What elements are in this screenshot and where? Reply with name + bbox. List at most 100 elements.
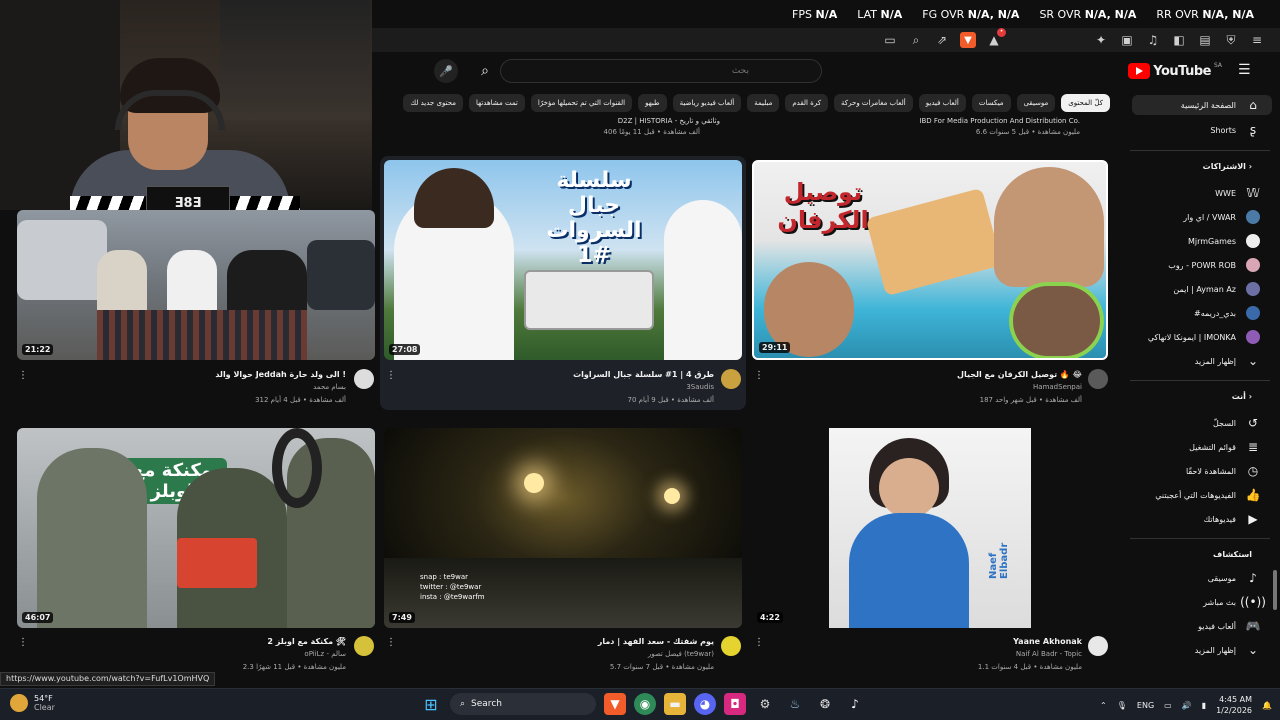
volume-icon[interactable]: 🔊 xyxy=(1182,701,1192,710)
sidebar-item-watch-later[interactable]: المشاهدة لاحقًا ◷ xyxy=(1186,461,1260,481)
mic-icon[interactable]: 🎙 xyxy=(1117,701,1127,710)
channel-name[interactable]: Naif Al Badr - Topic xyxy=(1016,650,1082,658)
sidebar-item-gaming[interactable]: ألعاب فيديو 🎮 xyxy=(1198,616,1260,636)
menu-icon[interactable]: ≡ xyxy=(1249,32,1265,48)
more-options-icon[interactable]: ⋮ xyxy=(18,370,28,381)
vpn-icon[interactable]: ⛨ xyxy=(1223,32,1239,48)
chip[interactable]: موسيقى xyxy=(1016,94,1056,112)
prev-left-channel[interactable]: D2Z | HISTORIA - وثائقي و تاريخ xyxy=(618,117,720,125)
channel-name[interactable]: HamadSenpai xyxy=(1033,383,1082,391)
more-options-icon[interactable]: ⋮ xyxy=(386,370,396,381)
sidebar-item-shorts[interactable]: Shorts ʂ xyxy=(1210,120,1260,140)
tiktok-icon[interactable]: ♪ xyxy=(844,693,866,715)
search-icon[interactable]: ⌕ xyxy=(470,59,500,83)
more-options-icon[interactable]: ⋮ xyxy=(754,370,764,381)
sidebar-item-playlists[interactable]: قوائم التشغيل ≣ xyxy=(1189,437,1260,457)
sidebar-item-home[interactable]: الصفحة الرئيسية ⌂ xyxy=(1132,95,1272,115)
video-thumbnail[interactable]: سلسلة جبال السروات 1# 27:08 xyxy=(384,160,742,360)
sidebar-item-music[interactable]: موسيقى ♪ xyxy=(1208,568,1260,588)
tab-icon[interactable]: ▣ xyxy=(1119,32,1135,48)
channel-avatar[interactable] xyxy=(1088,636,1108,656)
more-options-icon[interactable]: ⋮ xyxy=(386,637,396,648)
chip[interactable]: ألعاب فيديو xyxy=(918,94,966,112)
weather-widget[interactable]: 54°F Clear xyxy=(10,694,55,712)
video-thumbnail[interactable]: مكنكة مع اوبلز 46:07 xyxy=(17,428,375,628)
youtube-logo[interactable]: YouTube SA xyxy=(1128,62,1222,79)
search-input[interactable] xyxy=(501,66,761,76)
sidebar-subscription[interactable]: ايمونكا لاتهاكي | IMONKA xyxy=(1148,327,1260,347)
taskbar-search[interactable]: ⌕ Search xyxy=(450,693,596,715)
cast-icon[interactable]: ▭ xyxy=(882,32,898,48)
channel-avatar[interactable] xyxy=(1088,369,1108,389)
channel-avatar[interactable] xyxy=(721,636,741,656)
sidebar-item-live[interactable]: بث مباشر ((•)) xyxy=(1203,592,1266,612)
video-title[interactable]: حوالا والد Jeddah الى ولد حارة ! xyxy=(215,370,346,379)
file-explorer-icon[interactable]: ▬ xyxy=(664,693,686,715)
wallet-icon[interactable]: ▤ xyxy=(1197,32,1213,48)
sidebar-item-history[interactable]: السجلّ ↺ xyxy=(1213,413,1260,433)
chip[interactable]: ألعاب مغامرات وحركة xyxy=(834,94,913,112)
more-options-icon[interactable]: ⋮ xyxy=(754,637,764,648)
chrome-icon[interactable]: ◉ xyxy=(634,693,656,715)
chip[interactable]: ميكسات xyxy=(971,94,1011,112)
sidebar-subscription[interactable]: #بدي_دريمه xyxy=(1194,303,1260,323)
sidebar-show-more[interactable]: إظهار المزيد ⌄ xyxy=(1195,640,1260,660)
channel-avatar[interactable] xyxy=(354,369,374,389)
brave-rewards-icon[interactable]: ▲ • xyxy=(986,28,1006,48)
chip-all[interactable]: كلّ المحتوى xyxy=(1061,94,1110,112)
sidebar-subscription[interactable]: WWE 𝕎 xyxy=(1215,183,1260,203)
instagram-icon[interactable]: ◘ xyxy=(724,693,746,715)
music-icon[interactable]: ♫ xyxy=(1145,32,1161,48)
prev-right-channel[interactable]: IBD For Media Production And Distributio… xyxy=(919,117,1080,125)
channel-name[interactable]: 3Saudis xyxy=(686,383,714,391)
chip[interactable]: تمت مشاهدتها xyxy=(468,94,525,112)
chip[interactable]: مبليمة xyxy=(747,94,780,112)
video-title[interactable]: طرق 4 | 1# سلسلة جبال السراوات xyxy=(573,370,714,379)
video-thumbnail[interactable]: توصيل الكرفان 29:11 xyxy=(752,160,1108,360)
channel-avatar[interactable] xyxy=(721,369,741,389)
share-icon[interactable]: ⇗ xyxy=(934,32,950,48)
clock[interactable]: 4:45 AM 1/2/2026 xyxy=(1216,694,1252,716)
channel-avatar[interactable] xyxy=(354,636,374,656)
more-options-icon[interactable]: ⋮ xyxy=(18,637,28,648)
chevron-up-icon[interactable]: ⌃ xyxy=(1100,701,1107,710)
sidebar-subscription[interactable]: MjrmGames xyxy=(1188,231,1260,251)
brave-shield-icon[interactable]: ▼ xyxy=(960,32,976,48)
zoom-icon[interactable]: ⌕ xyxy=(908,32,924,48)
hamburger-menu-icon[interactable]: ☰ xyxy=(1238,63,1252,77)
sidebar-subscription[interactable]: اي وار / VWAR xyxy=(1183,207,1260,227)
network-icon[interactable]: ▭ xyxy=(1164,701,1172,710)
video-thumbnail[interactable]: snap : te9war twitter : @te9war insta : … xyxy=(384,428,742,628)
brave-icon[interactable]: ▼ xyxy=(604,693,626,715)
video-title[interactable]: مكنكة مع اوبلز 2 🛠 xyxy=(267,637,346,646)
you-header[interactable]: أنت › xyxy=(1232,392,1252,401)
sidebar-subscription[interactable]: روب - POWR ROB xyxy=(1168,255,1260,275)
channel-name[interactable]: فيصل تصور (te9war) xyxy=(648,650,714,658)
video-title[interactable]: Yaane Akhonak xyxy=(1013,637,1082,646)
video-thumbnail[interactable]: Naef Elbadr 4:22 xyxy=(752,428,1108,628)
chip[interactable]: كرة القدم xyxy=(785,94,829,112)
channel-name[interactable]: بسام محمد xyxy=(313,383,346,391)
windows-start-icon[interactable]: ⊞ xyxy=(420,693,442,715)
chip[interactable]: ألعاب فيديو رياضية xyxy=(672,94,742,112)
voice-search-button[interactable]: 🎤 xyxy=(434,59,458,83)
battery-icon[interactable]: ▮ xyxy=(1202,701,1206,710)
settings-icon[interactable]: ⚙ xyxy=(754,693,776,715)
sidebar-subscription[interactable]: ايمن | Ayman Az xyxy=(1173,279,1260,299)
chip[interactable]: محتوى جديد لك xyxy=(403,94,463,112)
sidebar-toggle-icon[interactable]: ◧ xyxy=(1171,32,1187,48)
chip[interactable]: طبهو xyxy=(638,94,667,112)
channel-name[interactable]: oPiiLz - سالم xyxy=(304,650,346,658)
chip[interactable]: القنوات التي تم تحميلها مؤخرًا xyxy=(530,94,633,112)
discord-icon[interactable]: ◕ xyxy=(694,693,716,715)
sidebar-show-more[interactable]: إظهار المزيد ⌄ xyxy=(1195,351,1260,371)
video-thumbnail[interactable]: 21:22 xyxy=(17,210,375,360)
sidebar-item-liked[interactable]: الفيديوهات التي أعجبتني 👍 xyxy=(1155,485,1260,505)
language-indicator[interactable]: ENG xyxy=(1137,701,1154,710)
app-icon[interactable]: ❂ xyxy=(814,693,836,715)
extensions-icon[interactable]: ✦ xyxy=(1093,32,1109,48)
sidebar-item-your-videos[interactable]: فيديوهاتك ▶ xyxy=(1204,509,1260,529)
notification-icon[interactable]: 🔔 xyxy=(1262,701,1272,710)
sidebar-scrollbar[interactable] xyxy=(1273,570,1277,610)
subscriptions-header[interactable]: الاشتراكات › xyxy=(1203,162,1252,171)
